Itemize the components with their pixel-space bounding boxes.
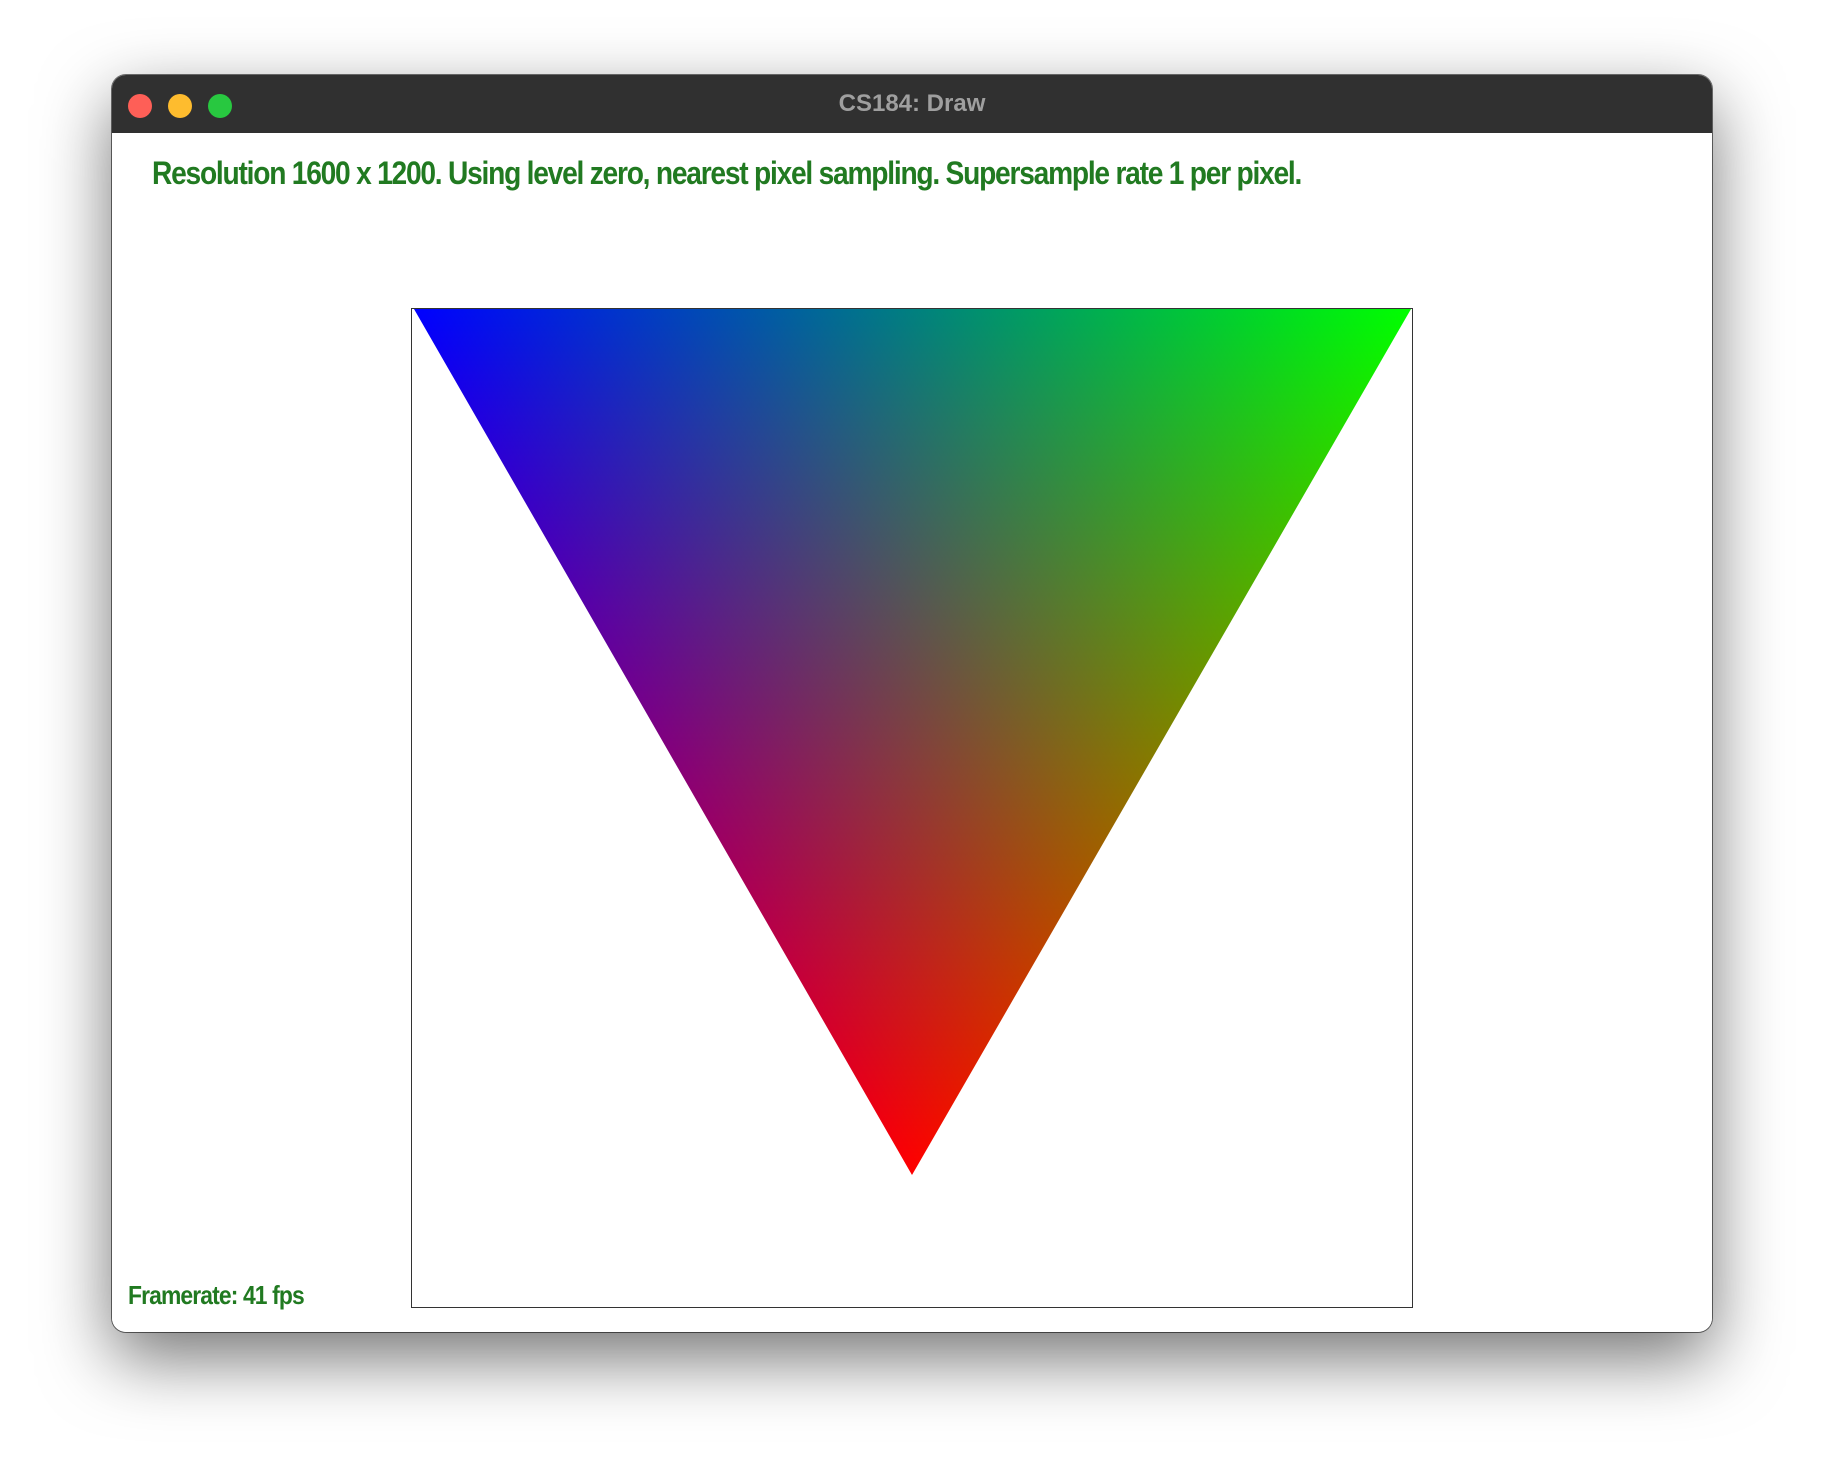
triangle-red-channel (414, 309, 1411, 1175)
framerate-text: Framerate: 41 fps (128, 1280, 305, 1310)
app-window: CS184: Draw Resolution 1600 x 1200. Usin… (112, 75, 1712, 1332)
triangle-rendering (414, 309, 1411, 1175)
title-bar[interactable]: CS184: Draw (112, 75, 1712, 134)
render-area[interactable]: Resolution 1600 x 1200. Using level zero… (112, 133, 1712, 1332)
window-title: CS184: Draw (838, 90, 986, 117)
status-text: Resolution 1600 x 1200. Using level zero… (152, 155, 1302, 191)
render-canvas[interactable] (411, 308, 1413, 1308)
